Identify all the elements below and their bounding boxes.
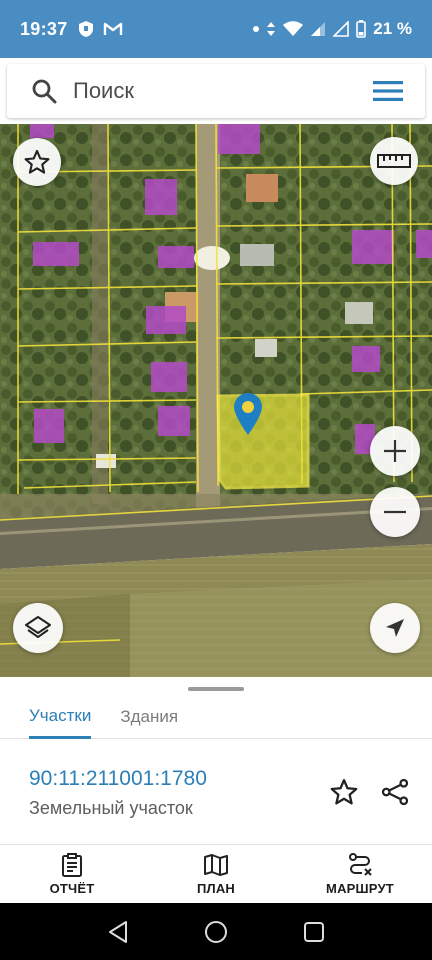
ruler-button[interactable]: [370, 137, 418, 185]
locate-button[interactable]: [370, 603, 420, 653]
map-favorite-button[interactable]: [13, 138, 61, 186]
navigation-arrow-icon: [386, 619, 404, 637]
zoom-in-button[interactable]: [370, 426, 420, 476]
nav-route-label: МАРШРУТ: [326, 881, 394, 896]
tab-parcels[interactable]: Участки: [29, 695, 92, 739]
route-icon: [349, 853, 372, 876]
map-pin-icon[interactable]: [232, 392, 264, 436]
battery-percent: 21 %: [373, 19, 412, 38]
nav-report[interactable]: ОТЧЁТ: [0, 845, 144, 903]
satellite-map[interactable]: [0, 124, 432, 677]
map-plan-icon: [204, 854, 228, 876]
layers-icon: [25, 616, 51, 638]
nav-route[interactable]: МАРШРУТ: [288, 845, 432, 903]
nav-report-label: ОТЧЁТ: [49, 881, 95, 896]
battery-icon: [356, 20, 367, 38]
plus-icon: [384, 440, 406, 462]
shield-notification-icon: [78, 21, 93, 37]
search-icon[interactable]: [31, 78, 57, 104]
parcel-cadastral-number[interactable]: 90:11:211001:1780: [29, 767, 207, 791]
home-icon[interactable]: [204, 920, 228, 944]
nav-plan-label: ПЛАН: [196, 881, 236, 896]
bottom-nav: ОТЧЁТ ПЛАН МАРШРУТ: [0, 845, 432, 903]
report-clipboard-icon: [62, 853, 82, 877]
minus-icon: [384, 510, 406, 514]
search-area: Поиск: [0, 58, 432, 124]
dot-icon: [253, 26, 260, 32]
map-view[interactable]: [0, 124, 432, 677]
share-icon[interactable]: [380, 777, 410, 807]
star-outline-icon[interactable]: [329, 777, 359, 807]
search-input[interactable]: Поиск: [73, 78, 134, 104]
zoom-out-button[interactable]: [370, 487, 420, 537]
hamburger-menu-icon[interactable]: [373, 80, 403, 102]
signal-icon: [311, 22, 326, 36]
gmail-icon: [103, 22, 122, 35]
back-icon[interactable]: [107, 920, 129, 944]
recents-icon[interactable]: [303, 921, 325, 943]
drag-handle[interactable]: [188, 687, 244, 691]
signal-empty-icon: [333, 21, 350, 37]
status-right: 21 %: [253, 19, 412, 39]
system-nav-bar: [0, 903, 432, 960]
ruler-icon: [377, 154, 411, 168]
data-arrows-icon: [267, 22, 276, 36]
search-bar[interactable]: Поиск: [7, 64, 425, 118]
star-outline-icon: [24, 149, 50, 174]
nav-plan[interactable]: ПЛАН: [144, 845, 288, 903]
info-sheet: Участки Здания 90:11:211001:1780 Земельн…: [0, 677, 432, 845]
sheet-tabs: Участки Здания: [0, 695, 432, 739]
status-left-icons: [78, 20, 123, 38]
tab-buildings[interactable]: Здания: [120, 695, 178, 739]
wifi-icon: [283, 21, 304, 36]
parcel-type: Земельный участок: [29, 798, 193, 818]
status-time: 19:37: [20, 18, 68, 39]
status-bar: 19:37 21 %: [0, 0, 432, 58]
layers-button[interactable]: [13, 603, 63, 653]
